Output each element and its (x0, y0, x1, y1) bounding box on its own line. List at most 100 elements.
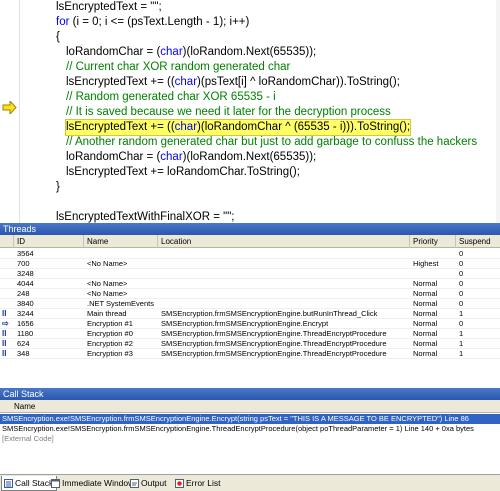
code-line[interactable]: lsEncryptedTextWithFinalXOR = ""; (56, 210, 235, 223)
thread-row[interactable]: II 3244 Main thread SMSEncryption.frmSMSEnc… (0, 309, 500, 319)
thread-state-icon: II (2, 339, 7, 348)
threads-col-id[interactable]: ID (14, 235, 84, 248)
call-stack-window: Call Stack Name SMSEncryption.exe!SMSEnc… (0, 388, 500, 474)
thread-name (87, 269, 157, 279)
thread-id: 1656 (17, 319, 34, 328)
code-comment: // It is saved because we need it later … (66, 106, 391, 118)
tab-error-list-label: Error List (186, 478, 221, 488)
code-line[interactable]: // Random generated char XOR 65535 - i (66, 90, 276, 105)
call-stack-frame[interactable]: SMSEncryption.exe!SMSEncryption.frmSMSEn… (0, 424, 500, 434)
code-line[interactable]: lsEncryptedText += ((char)(psText[i] ^ l… (66, 75, 400, 90)
tab-immediate-window-label: Immediate Window (62, 478, 135, 488)
thread-id: 3244 (17, 309, 34, 318)
call-stack-frame-current[interactable]: SMSEncryption.exe!SMSEncryption.frmSMSEn… (0, 414, 500, 424)
thread-row[interactable]: II 1180 Encryption #0 SMSEncryption.frmSMSE… (0, 329, 500, 339)
thread-id: 3564 (17, 249, 34, 258)
thread-name: <No Name> (87, 259, 128, 268)
thread-priority (413, 269, 455, 279)
thread-id: 248 (17, 289, 30, 298)
thread-name: Encryption #1 (87, 319, 133, 328)
thread-state-icon: II (2, 309, 7, 318)
thread-location (161, 249, 409, 259)
thread-state-icon (2, 299, 14, 309)
code-text: loRandomChar = ( (66, 151, 161, 163)
threads-window: Threads ID Name Location Priority Suspen… (0, 223, 500, 388)
code-keyword: char (174, 76, 198, 88)
thread-id: 1180 (17, 329, 34, 338)
tab-output-label: Output (141, 478, 167, 488)
code-line[interactable]: lsEncryptedText = ""; (56, 0, 162, 15)
thread-row[interactable]: II 624 Encryption #2 SMSEncryption.frmSMSEn… (0, 339, 500, 349)
threads-col-priority[interactable]: Priority (410, 235, 456, 248)
thread-location (161, 279, 409, 289)
thread-name: Main thread (87, 309, 127, 318)
code-line[interactable]: for (i = 0; i <= (psText.Length - 1); i+… (56, 15, 249, 30)
code-line[interactable]: lsEncryptedText += loRandomChar.ToString… (66, 165, 300, 180)
threads-col-location[interactable]: Location (158, 235, 410, 248)
call-stack-title: Call Stack (0, 388, 500, 400)
tab-output[interactable]: Output (128, 476, 170, 491)
code-line-current[interactable]: lsEncryptedText += ((char)(loRandomChar … (64, 119, 412, 136)
code-comment: // Current char XOR random generated cha… (66, 61, 291, 73)
tool-window-tabs: Call Stack Immediate Window Output Error… (0, 474, 500, 491)
thread-location: SMSEncryption.frmSMSEncryptionEngine.Thr… (161, 349, 387, 358)
immediate-window-icon (51, 479, 60, 488)
code-line[interactable]: // Another random generated char but jus… (66, 135, 477, 150)
code-keyword: char (174, 121, 198, 133)
thread-row[interactable]: 4044 <No Name> Normal 0 (0, 279, 500, 289)
code-keyword: char (160, 151, 183, 163)
code-text: )(loRandom.Next(65535)); (182, 151, 317, 163)
thread-priority (413, 249, 455, 259)
thread-name: Encryption #0 (87, 329, 133, 338)
thread-state-icon (2, 269, 14, 279)
thread-id: 4044 (17, 279, 34, 288)
threads-col-name[interactable]: Name (84, 235, 158, 248)
threads-header: ID Name Location Priority Suspend (0, 235, 500, 248)
threads-col-suspend[interactable]: Suspend (456, 235, 500, 248)
thread-suspend: 1 (459, 329, 464, 338)
code-keyword: char (160, 46, 183, 58)
thread-location (161, 289, 409, 299)
thread-state-icon: II (2, 329, 7, 338)
thread-row[interactable]: II 348 Encryption #3 SMSEncryption.frmSMSEn… (0, 349, 500, 359)
thread-row[interactable]: 3564 0 (0, 249, 500, 259)
code-text: loRandomChar = ( (66, 46, 161, 58)
thread-name: Encryption #2 (87, 339, 133, 348)
code-text: } (56, 181, 60, 193)
thread-priority: Normal (413, 349, 438, 358)
thread-state-icon: ⇨ (2, 319, 9, 328)
thread-row[interactable]: 3248 0 (0, 269, 500, 279)
thread-suspend: 0 (459, 319, 464, 328)
threads-col-flag[interactable] (0, 235, 14, 248)
tab-call-stack-label: Call Stack (15, 478, 54, 488)
output-icon (130, 479, 139, 488)
thread-row[interactable]: ⇨ 1656 Encryption #1 SMSEncryption.frmSMSEn… (0, 319, 500, 329)
thread-location (161, 299, 409, 309)
code-text: lsEncryptedText += (( (66, 121, 175, 133)
thread-priority: Highest (413, 259, 439, 268)
tab-immediate-window[interactable]: Immediate Window (49, 476, 137, 491)
call-stack-frame[interactable]: [External Code] (0, 434, 500, 444)
thread-id: 348 (17, 349, 30, 358)
thread-suspend: 0 (459, 269, 464, 278)
code-line[interactable]: { (56, 30, 60, 45)
thread-priority: Normal (413, 329, 438, 338)
thread-row[interactable]: 248 <No Name> Normal 0 (0, 289, 500, 299)
code-line[interactable]: // Current char XOR random generated cha… (66, 60, 290, 75)
code-comment: // Random generated char XOR 65535 - i (66, 91, 276, 103)
thread-row[interactable]: 700 <No Name> Highest 0 (0, 259, 500, 269)
code-line[interactable]: loRandomChar = (char)(loRandom.Next(6553… (66, 45, 316, 60)
thread-state-icon (2, 259, 14, 269)
call-stack-col-name[interactable]: Name (0, 400, 500, 413)
thread-row[interactable]: 3840 .NET SystemEvents Normal 0 (0, 299, 500, 309)
code-line[interactable]: } (56, 180, 60, 195)
code-editor[interactable]: lsEncryptedText = ""; for (i = 0; i <= (p… (0, 0, 500, 223)
editor-scrollbar[interactable] (496, 0, 500, 223)
code-line[interactable]: // It is saved because we need it later … (66, 105, 391, 120)
editor-margin[interactable] (0, 0, 20, 223)
tab-error-list[interactable]: Error List (173, 476, 223, 491)
thread-location: SMSEncryption.frmSMSEncryptionEngine.Thr… (161, 329, 387, 338)
thread-priority: Normal (413, 309, 438, 318)
code-text: lsEncryptedText = ""; (56, 1, 162, 13)
code-line[interactable]: loRandomChar = (char)(loRandom.Next(6553… (66, 150, 316, 165)
